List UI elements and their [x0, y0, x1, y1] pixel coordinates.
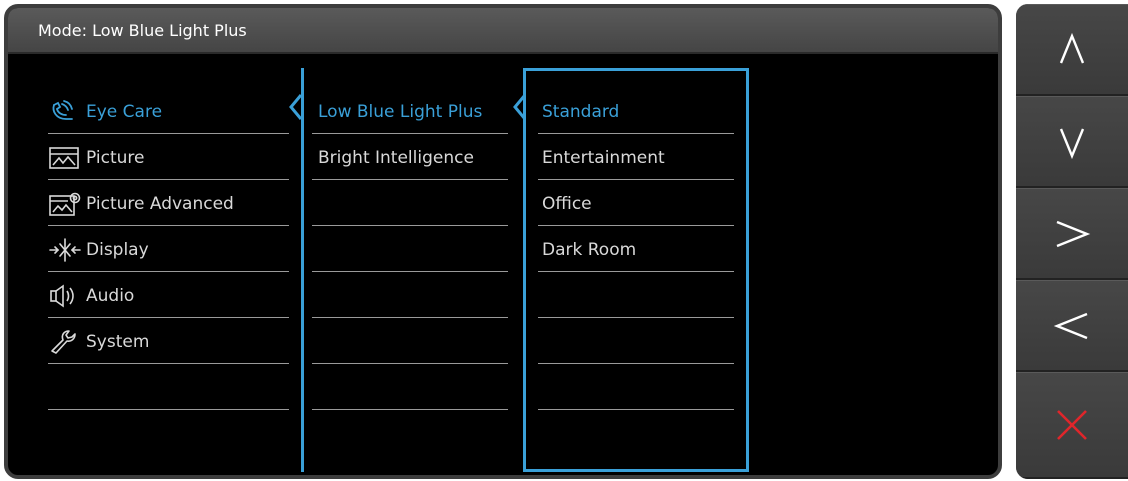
- option-label: Entertainment: [542, 147, 665, 168]
- system-icon: [48, 329, 82, 355]
- up-button[interactable]: [1016, 4, 1128, 96]
- menu-item-eye-care[interactable]: Eye Care: [48, 90, 289, 134]
- menu-divider: [301, 68, 304, 472]
- menu-item-picture-advanced[interactable]: Picture Advanced: [48, 182, 289, 226]
- display-icon: [48, 237, 82, 263]
- submenu-item-label: Low Blue Light Plus: [318, 101, 483, 122]
- menu-item-label: System: [86, 331, 150, 352]
- option-label: Standard: [542, 101, 620, 122]
- picture-icon: [48, 145, 82, 171]
- menu-item-label: Picture: [86, 147, 145, 168]
- menu-item-label: Audio: [86, 285, 135, 306]
- mode-title: Mode: Low Blue Light Plus: [38, 21, 247, 40]
- menu-item-system[interactable]: System: [48, 320, 289, 364]
- submenu-item-empty: [312, 320, 508, 364]
- option-standard[interactable]: Standard: [538, 90, 734, 134]
- osd-panel: Mode: Low Blue Light Plus Eye Care Pictu…: [4, 4, 1002, 479]
- option-empty: [538, 320, 734, 364]
- close-icon: [1057, 410, 1087, 440]
- option-empty: [538, 366, 734, 410]
- submenu-item-low-blue-light-plus[interactable]: Low Blue Light Plus: [312, 90, 508, 134]
- up-arrow-icon: [1059, 32, 1085, 63]
- option-label: Dark Room: [542, 239, 637, 260]
- submenu-item-empty: [312, 182, 508, 226]
- eye-care-icon: [48, 99, 82, 125]
- menu-item-empty: [48, 366, 289, 410]
- menu-item-audio[interactable]: Audio: [48, 274, 289, 318]
- option-office[interactable]: Office: [538, 182, 734, 226]
- submenu-item-label: Bright Intelligence: [318, 147, 474, 168]
- right-button[interactable]: [1016, 188, 1128, 280]
- option-empty: [538, 274, 734, 318]
- option-entertainment[interactable]: Entertainment: [538, 136, 734, 180]
- right-arrow-icon: [1056, 220, 1091, 247]
- down-button[interactable]: [1016, 96, 1128, 188]
- picture-advanced-icon: [48, 191, 82, 217]
- menu-item-label: Picture Advanced: [86, 193, 234, 214]
- audio-icon: [48, 283, 82, 309]
- option-label: Office: [542, 193, 592, 214]
- left-arrow-icon: [1053, 312, 1088, 339]
- option-dark-room[interactable]: Dark Room: [538, 228, 734, 272]
- submenu-item-bright-intelligence[interactable]: Bright Intelligence: [312, 136, 508, 180]
- menu-item-display[interactable]: Display: [48, 228, 289, 272]
- osd-header: Mode: Low Blue Light Plus: [8, 8, 998, 54]
- menu-item-label: Eye Care: [86, 101, 163, 122]
- menu-item-picture[interactable]: Picture: [48, 136, 289, 180]
- submenu-item-empty: [312, 274, 508, 318]
- menu-item-label: Display: [86, 239, 149, 260]
- submenu-item-empty: [312, 228, 508, 272]
- chevron-left-icon: [289, 94, 303, 120]
- close-button[interactable]: [1016, 372, 1128, 479]
- control-bar: [1016, 4, 1128, 479]
- submenu-item-empty: [312, 366, 508, 410]
- left-button[interactable]: [1016, 280, 1128, 372]
- down-arrow-icon: [1059, 128, 1085, 159]
